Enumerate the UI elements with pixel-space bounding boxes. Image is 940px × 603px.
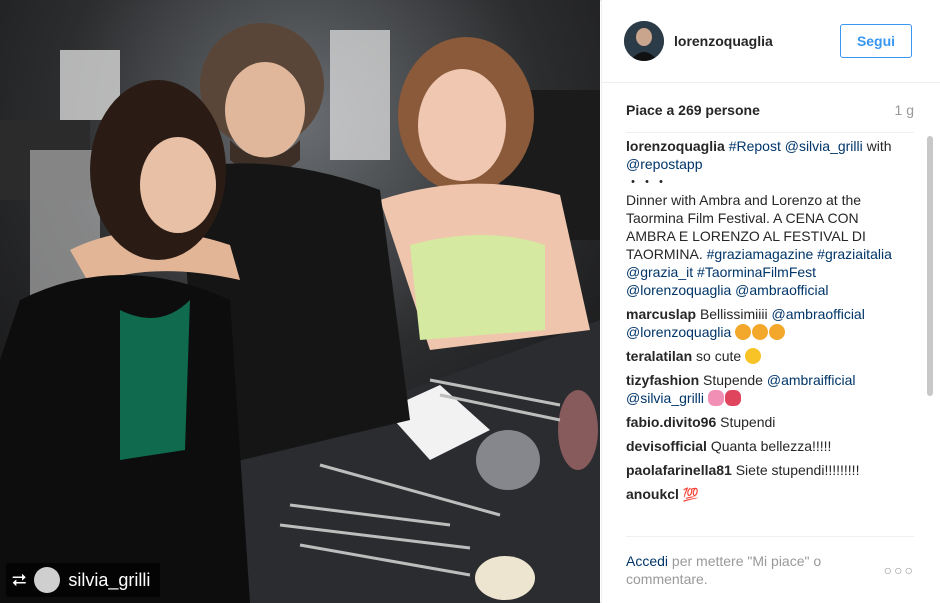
comment: marcuslap Bellissimiiii @ambraofficial @…	[626, 305, 904, 341]
photo-illustration	[0, 0, 600, 603]
comment-text: Stupendi	[720, 414, 776, 430]
comment-text: so cute	[696, 348, 742, 364]
kissing-face-emoji	[735, 324, 752, 340]
comment-username[interactable]: devisofficial	[626, 438, 707, 454]
mention-link[interactable]: @silvia_grilli	[785, 138, 863, 154]
comment-username[interactable]: tizyfashion	[626, 372, 699, 388]
divider	[626, 132, 914, 133]
comment-text: Stupende	[703, 372, 763, 388]
mention-link[interactable]: @lorenzoquaglia	[626, 324, 731, 340]
mention-link[interactable]: @ambraofficial	[735, 282, 828, 298]
flower-emoji	[707, 390, 724, 406]
likes-count[interactable]: Piace a 269 persone	[626, 102, 760, 118]
caption-text: with	[866, 138, 892, 154]
comment: devisofficial Quanta bellezza!!!!!	[626, 437, 904, 455]
repost-username: silvia_grilli	[68, 569, 151, 590]
hashtag-link[interactable]: #graziamagazine	[707, 246, 814, 262]
comment-text: Bellissimiiii	[699, 306, 768, 322]
comment-text: Quanta bellezza!!!!!	[710, 438, 832, 454]
comment: fabio.divito96 Stupendi	[626, 413, 904, 431]
login-prompt: Accedi per mettere "Mi piace" o commenta…	[626, 552, 846, 588]
hundred-points-emoji: 💯	[682, 487, 699, 502]
kissing-face-emoji	[769, 324, 786, 340]
comment-username[interactable]: marcuslap	[626, 306, 696, 322]
mention-link[interactable]: @grazia_it	[626, 264, 693, 280]
post-sidebar: lorenzoquaglia Segui Piace a 269 persone…	[601, 0, 940, 603]
divider	[626, 536, 914, 537]
login-link[interactable]: Accedi	[626, 553, 668, 569]
caption-dots: ・・・	[626, 174, 668, 190]
flower-emoji	[724, 390, 741, 406]
hashtag-link[interactable]: #graziaitalia	[817, 246, 892, 262]
mention-link[interactable]: @lorenzoquaglia	[626, 282, 731, 298]
avatar[interactable]	[624, 21, 664, 61]
mention-link[interactable]: @repostapp	[626, 156, 702, 172]
post-time[interactable]: 1 g	[895, 102, 914, 118]
post-header: lorenzoquaglia Segui	[602, 0, 940, 83]
repost-icon: ⮂	[12, 570, 27, 590]
comment: paolafarinella81 Siete stupendi!!!!!!!!!	[626, 461, 904, 479]
caption-username[interactable]: lorenzoquaglia	[626, 138, 725, 154]
comment: teralatilan so cute	[626, 347, 904, 365]
repost-avatar	[34, 567, 61, 593]
mention-link[interactable]: @ambraifficial	[767, 372, 856, 388]
hashtag-link[interactable]: #TaorminaFilmFest	[697, 264, 816, 280]
avatar-image	[624, 21, 664, 61]
likes-row: Piace a 269 persone 1 g	[626, 100, 914, 120]
post-photo[interactable]: ⮂ silvia_grilli	[0, 0, 600, 603]
comment-username[interactable]: teralatilan	[626, 348, 692, 364]
comment: anoukcl 💯	[626, 485, 904, 504]
caption: lorenzoquaglia #Repost @silvia_grilli wi…	[626, 137, 904, 299]
repost-tag[interactable]: ⮂ silvia_grilli	[6, 563, 161, 597]
hashtag-link[interactable]: #Repost	[729, 138, 781, 154]
post-author-username[interactable]: lorenzoquaglia	[674, 33, 773, 49]
comments-list[interactable]: lorenzoquaglia #Repost @silvia_grilli wi…	[626, 137, 904, 533]
follow-button[interactable]: Segui	[840, 24, 912, 58]
more-options-icon[interactable]: ○○○	[884, 562, 915, 578]
mention-link[interactable]: @silvia_grilli	[626, 390, 704, 406]
comment-username[interactable]: paolafarinella81	[626, 462, 732, 478]
smiling-face-emoji	[745, 348, 762, 364]
comment-username[interactable]: fabio.divito96	[626, 414, 716, 430]
comments-scrollbar[interactable]	[927, 136, 933, 396]
mention-link[interactable]: @ambraofficial	[772, 306, 865, 322]
comment: tizyfashion Stupende @ambraifficial @sil…	[626, 371, 904, 407]
comment-text: Siete stupendi!!!!!!!!!	[735, 462, 860, 478]
comment-username[interactable]: anoukcl	[626, 486, 679, 502]
kissing-face-emoji	[752, 324, 769, 340]
